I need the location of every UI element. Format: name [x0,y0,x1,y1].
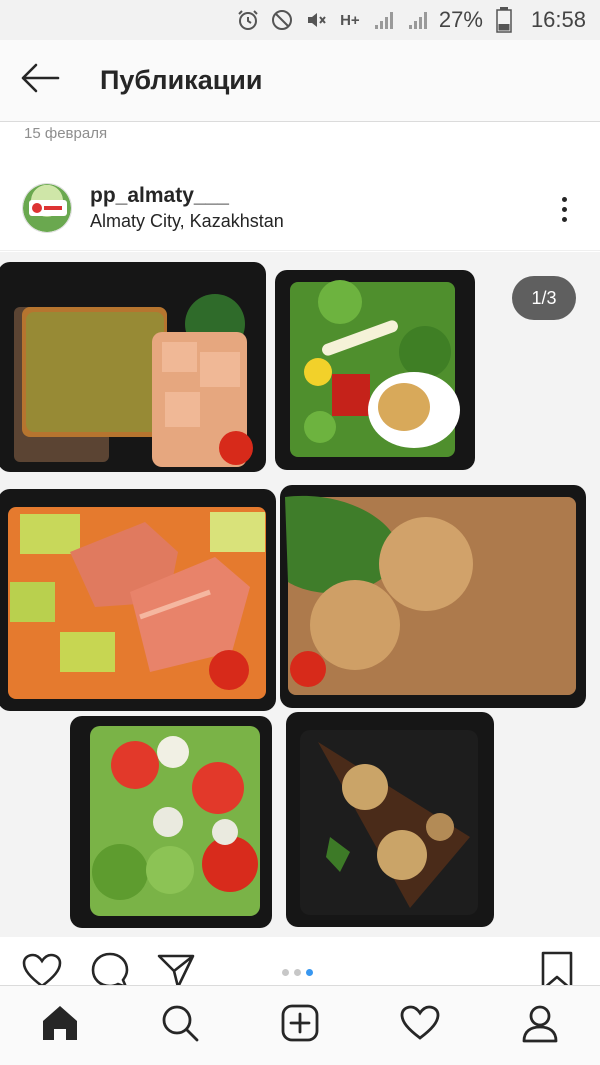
add-post-icon [280,1003,320,1048]
alarm-icon [235,7,261,33]
nav-activity[interactable] [390,996,450,1056]
search-icon [160,1003,200,1048]
location[interactable]: Almaty City, Kazakhstan [90,211,284,232]
nav-search[interactable] [150,996,210,1056]
signal-icon [371,7,397,33]
post-header: pp_almaty___ Almaty City, Kazakhstan [0,165,600,251]
network-type: H+ [340,11,360,29]
carousel-dot [282,969,289,976]
carousel-dot [294,969,301,976]
battery-percent: 27% [438,7,483,32]
mute-icon [303,7,329,33]
header: Публикации [0,40,600,122]
post-actions [0,945,600,990]
do-not-disturb-icon [269,7,295,33]
username[interactable]: pp_almaty___ [90,184,284,208]
avatar-logo [29,199,67,216]
arrow-left-icon [20,63,60,98]
nav-home[interactable] [30,996,90,1056]
more-vertical-icon[interactable] [552,189,576,229]
carousel-counter: 1/3 [512,276,576,320]
back-button[interactable] [0,40,80,122]
post-user-info: pp_almaty___ Almaty City, Kazakhstan [90,184,284,232]
battery-icon [491,7,517,33]
heart-icon [400,1005,440,1046]
nav-new-post[interactable] [270,996,330,1056]
signal-icon [405,7,431,33]
carousel-indicator [282,969,313,976]
meal-containers-image [0,252,600,937]
nav-profile[interactable] [510,996,570,1056]
avatar[interactable] [22,182,72,233]
page-title: Публикации [100,65,263,95]
profile-icon [520,1003,560,1048]
clock: 16:58 [530,7,586,32]
post-date: 15 февраля [24,125,108,142]
carousel-dot-active [306,969,313,976]
post-photo[interactable]: 1/3 [0,252,600,937]
bottom-nav [0,985,600,1065]
home-icon [40,1003,80,1048]
status-bar: H+ 27% 16:58 [0,0,600,40]
